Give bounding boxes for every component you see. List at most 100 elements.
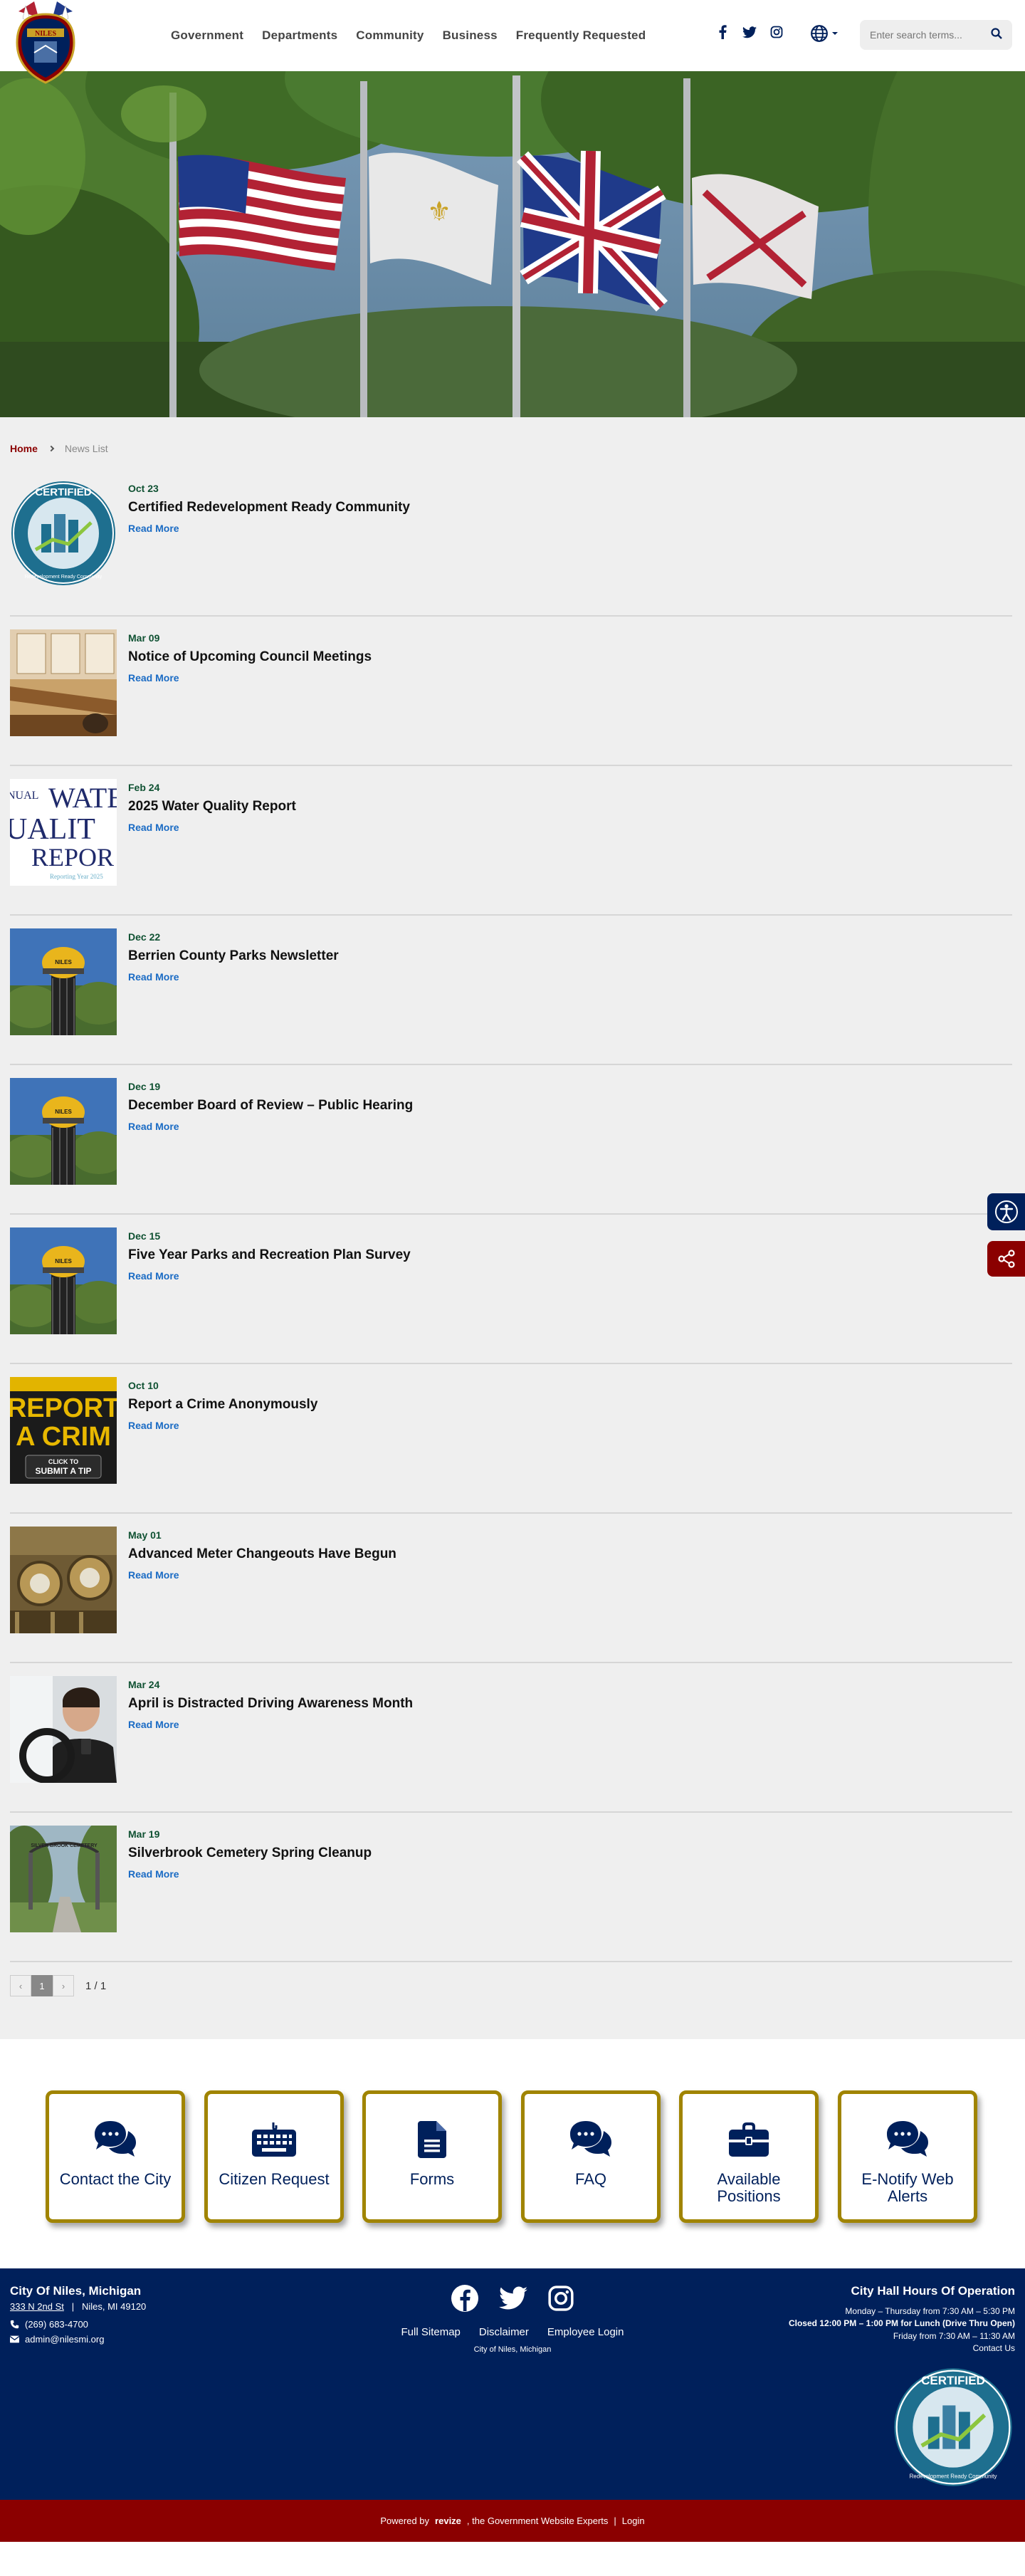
share-button[interactable] (987, 1241, 1025, 1277)
keyboard-icon (252, 2122, 296, 2157)
nav-government[interactable]: Government (171, 28, 243, 43)
revize-login-link[interactable]: Login (622, 2515, 645, 2526)
tower-label-text: NILES (55, 959, 72, 965)
nav-business[interactable]: Business (443, 28, 498, 43)
news-thumbnail[interactable]: NILES (10, 1227, 117, 1334)
news-date: May 01 (128, 1529, 162, 1541)
search-input[interactable] (870, 29, 984, 41)
instagram-icon[interactable] (769, 24, 784, 40)
breadcrumb-home[interactable]: Home (10, 443, 38, 454)
quick-link-forms[interactable]: Forms (362, 2090, 502, 2223)
footer-city-state: Niles, MI 49120 (81, 2301, 147, 2312)
read-more-link[interactable]: Read More (128, 1868, 179, 1880)
news-title[interactable]: Berrien County Parks Newsletter (128, 948, 339, 964)
translate-dropdown[interactable] (810, 24, 839, 43)
read-more-link[interactable]: Read More (128, 1569, 179, 1581)
footer-twitter-icon[interactable] (499, 2284, 527, 2316)
accessibility-button[interactable] (987, 1193, 1025, 1230)
next-page-button[interactable]: › (53, 1975, 74, 1996)
quick-link-label: Available Positions (717, 2170, 781, 2206)
site-header: NILES Government Departments Community B… (0, 0, 1025, 84)
quick-link-available-positions[interactable]: Available Positions (679, 2090, 819, 2223)
cemetery-sign-text: SILVER BROOK CEMETERY (31, 1843, 98, 1848)
footer-instagram-icon[interactable] (547, 2284, 574, 2316)
footer-hours: City Hall Hours Of Operation Monday – Th… (789, 2284, 1015, 2355)
twitter-icon[interactable] (742, 24, 757, 40)
news-thumbnail[interactable]: NUAL WATE UALIT REPOR Reporting Year 202… (10, 779, 117, 886)
news-thumbnail[interactable]: CERTIFIED Redevelopment Ready Community (10, 480, 117, 587)
quick-link-enotify[interactable]: E-Notify Web Alerts (838, 2090, 977, 2223)
news-title[interactable]: Certified Redevelopment Ready Community (128, 500, 410, 515)
svg-text:⚜: ⚜ (427, 196, 451, 227)
quick-link-label: Forms (409, 2170, 455, 2188)
document-icon (418, 2121, 446, 2158)
news-title[interactable]: 2025 Water Quality Report (128, 799, 296, 815)
water-year-text: Reporting Year 2025 (50, 873, 103, 880)
news-title[interactable]: December Board of Review – Public Hearin… (128, 1098, 413, 1114)
news-title[interactable]: Report a Crime Anonymously (128, 1397, 317, 1413)
powered-by-bar: Powered by revize , the Government Websi… (0, 2500, 1025, 2542)
footer-email[interactable]: admin@nilesmi.org (10, 2334, 146, 2345)
breadcrumb: Home News List (10, 443, 1012, 454)
news-title[interactable]: Advanced Meter Changeouts Have Begun (128, 1546, 396, 1562)
read-more-link[interactable]: Read More (128, 523, 179, 534)
revize-link[interactable]: revize (435, 2515, 461, 2526)
news-thumbnail[interactable] (10, 1676, 117, 1783)
tower-label-text: NILES (55, 1109, 72, 1115)
phone-icon (10, 2320, 19, 2329)
footer-copyright: City of Niles, Michigan (473, 2345, 552, 2354)
bar-separator: | (614, 2515, 616, 2526)
read-more-link[interactable]: Read More (128, 1121, 179, 1132)
read-more-link[interactable]: Read More (128, 672, 179, 684)
city-logo[interactable]: NILES (10, 1, 81, 87)
news-thumbnail[interactable] (10, 629, 117, 736)
news-title[interactable]: Silverbrook Cemetery Spring Cleanup (128, 1845, 372, 1861)
news-item: NILES Dec 22 Berrien County Parks Newsle… (10, 928, 1012, 1065)
pagination: ‹ 1 › 1 / 1 (10, 1975, 1012, 1996)
page-button-1[interactable]: 1 (31, 1975, 53, 1996)
quick-link-label: Citizen Request (219, 2170, 330, 2188)
footer-street-link[interactable]: 333 N 2nd St (10, 2301, 64, 2312)
news-item: NILES Dec 19 December Board of Review – … (10, 1078, 1012, 1215)
quick-link-citizen-request[interactable]: Citizen Request (204, 2090, 344, 2223)
news-title[interactable]: Five Year Parks and Recreation Plan Surv… (128, 1247, 411, 1263)
footer-facebook-icon[interactable] (451, 2284, 479, 2316)
chevron-down-icon (832, 32, 838, 35)
footer-link-sitemap[interactable]: Full Sitemap (401, 2326, 461, 2338)
news-thumbnail[interactable]: SILVER BROOK CEMETERY (10, 1826, 117, 1932)
nav-departments[interactable]: Departments (262, 28, 337, 43)
footer-phone[interactable]: (269) 683-4700 (10, 2319, 146, 2330)
crime-report-text: REPORT (10, 1393, 117, 1423)
news-thumbnail[interactable] (10, 1527, 117, 1633)
footer-link-employee-login[interactable]: Employee Login (547, 2326, 624, 2338)
news-title[interactable]: April is Distracted Driving Awareness Mo… (128, 1696, 413, 1712)
nav-frequently-requested[interactable]: Frequently Requested (516, 28, 646, 43)
read-more-link[interactable]: Read More (128, 1270, 179, 1282)
news-title[interactable]: Notice of Upcoming Council Meetings (128, 649, 372, 665)
news-date: Dec 19 (128, 1081, 161, 1092)
footer-link-disclaimer[interactable]: Disclaimer (479, 2326, 529, 2338)
read-more-link[interactable]: Read More (128, 1719, 179, 1730)
powered-tagline: , the Government Website Experts (466, 2515, 609, 2526)
footer-seal-bottom-text: Redevelopment Ready Community (910, 2473, 997, 2479)
news-thumbnail[interactable]: NILES (10, 928, 117, 1035)
footer-contact-us-link[interactable]: Contact Us (789, 2342, 1015, 2355)
search-icon[interactable] (991, 27, 1002, 43)
read-more-link[interactable]: Read More (128, 971, 179, 983)
crime-click-text: CLICK TO (48, 1458, 78, 1465)
news-item: Mar 09 Notice of Upcoming Council Meetin… (10, 629, 1012, 766)
prev-page-button[interactable]: ‹ (10, 1975, 31, 1996)
read-more-link[interactable]: Read More (128, 1420, 179, 1431)
footer-hours-lunch: Closed 12:00 PM – 1:00 PM for Lunch (Dri… (788, 2318, 1015, 2329)
news-item: NUAL WATE UALIT REPOR Reporting Year 202… (10, 779, 1012, 916)
alerts-bubbles-icon (887, 2121, 928, 2157)
quick-link-faq[interactable]: FAQ (521, 2090, 661, 2223)
nav-community[interactable]: Community (356, 28, 424, 43)
news-thumbnail[interactable]: NILES (10, 1078, 117, 1185)
facebook-icon[interactable] (715, 24, 730, 40)
quick-link-contact[interactable]: Contact the City (46, 2090, 185, 2223)
news-date: Dec 22 (128, 931, 161, 943)
read-more-link[interactable]: Read More (128, 822, 179, 833)
news-item: CERTIFIED Redevelopment Ready Community … (10, 480, 1012, 617)
news-thumbnail[interactable]: REPORT A CRIM CLICK TO SUBMIT A TIP (10, 1377, 117, 1484)
